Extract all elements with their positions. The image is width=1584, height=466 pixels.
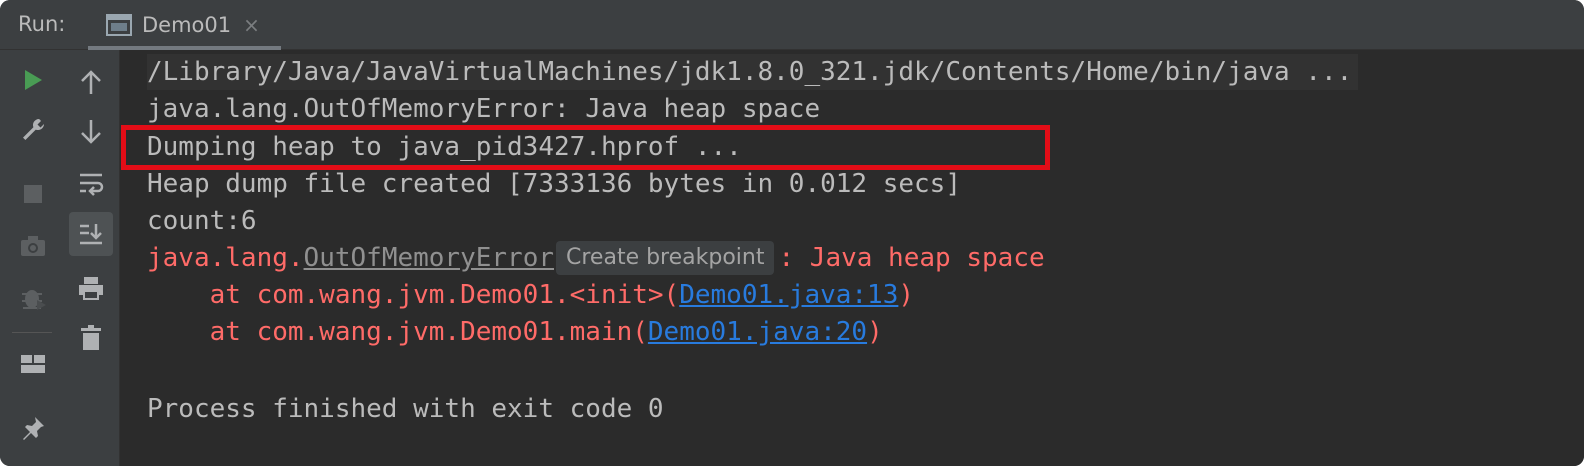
- wrench-icon[interactable]: [11, 108, 55, 152]
- run-actions-toolbar: [0, 50, 66, 466]
- source-link-line-20[interactable]: Demo01.java:20: [648, 317, 867, 347]
- console-line-stack-init: at com.wang.jvm.Demo01.<init>(Demo01.jav…: [147, 277, 914, 313]
- stack-frame-close: ): [898, 280, 915, 310]
- console-line-oom: java.lang.OutOfMemoryError: Java heap sp…: [147, 94, 821, 124]
- layout-icon[interactable]: [11, 342, 55, 386]
- close-icon[interactable]: ×: [243, 13, 260, 37]
- console-window-icon: [106, 14, 132, 36]
- stack-frame-close: ): [867, 317, 883, 347]
- rerun-icon[interactable]: [11, 58, 55, 102]
- arrow-down-icon[interactable]: [69, 110, 113, 154]
- exception-package: java.lang.: [147, 243, 304, 273]
- print-icon[interactable]: [69, 266, 113, 310]
- camera-icon[interactable]: [11, 224, 55, 268]
- source-link-line-13[interactable]: Demo01.java:13: [679, 280, 898, 310]
- trash-icon[interactable]: [69, 316, 113, 360]
- exception-message: : Java heap space: [778, 243, 1045, 273]
- run-tool-window: Run: Demo01 × /Library/Java/JavaVirtualM…: [0, 0, 1584, 466]
- run-label: Run:: [18, 12, 66, 36]
- tab-demo01[interactable]: Demo01 ×: [88, 0, 281, 50]
- tab-title: Demo01: [142, 13, 232, 37]
- soft-wrap-icon[interactable]: [69, 162, 113, 206]
- console-line-exception: java.lang.OutOfMemoryError Create breakpo…: [147, 240, 1045, 276]
- scroll-to-end-icon[interactable]: [69, 212, 113, 256]
- run-tab-bar: Run: Demo01 ×: [0, 0, 1584, 50]
- pin-icon[interactable]: [11, 406, 55, 450]
- highlight-annotation-box: [121, 125, 1050, 170]
- console-actions-toolbar: [66, 50, 120, 466]
- console-line-heap-dump: Heap dump file created [7333136 bytes in…: [147, 169, 961, 199]
- console-command-line: /Library/Java/JavaVirtualMachines/jdk1.8…: [147, 54, 1359, 90]
- stack-frame-text: at com.wang.jvm.Demo01.<init>(: [147, 280, 680, 310]
- exception-class-link[interactable]: OutOfMemoryError: [304, 243, 554, 273]
- stop-icon[interactable]: [11, 172, 55, 216]
- console-line-exit: Process finished with exit code 0: [147, 394, 664, 424]
- console-line-count: count:6: [147, 206, 257, 236]
- toolbar-separator: [12, 332, 52, 333]
- stack-frame-text: at com.wang.jvm.Demo01.main(: [147, 317, 648, 347]
- debug-bug-icon[interactable]: [11, 276, 55, 320]
- arrow-up-icon[interactable]: [69, 60, 113, 104]
- console-line-stack-main: at com.wang.jvm.Demo01.main(Demo01.java:…: [147, 314, 883, 350]
- create-breakpoint-tooltip[interactable]: Create breakpoint: [556, 241, 775, 275]
- console-output[interactable]: /Library/Java/JavaVirtualMachines/jdk1.8…: [121, 50, 1584, 466]
